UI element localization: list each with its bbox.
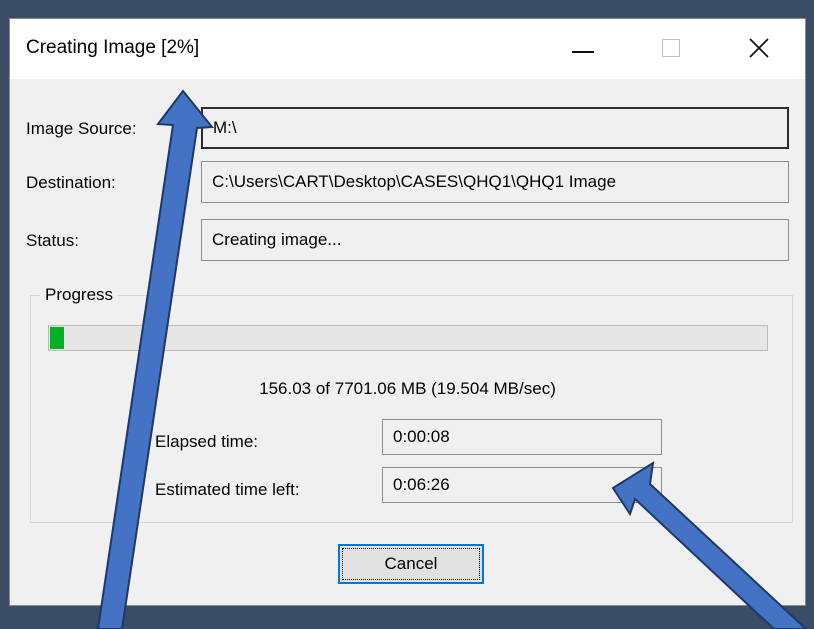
- left-annotation-arrow: [96, 89, 214, 629]
- annotation-arrows: [96, 89, 808, 629]
- right-annotation-arrow: [611, 461, 808, 629]
